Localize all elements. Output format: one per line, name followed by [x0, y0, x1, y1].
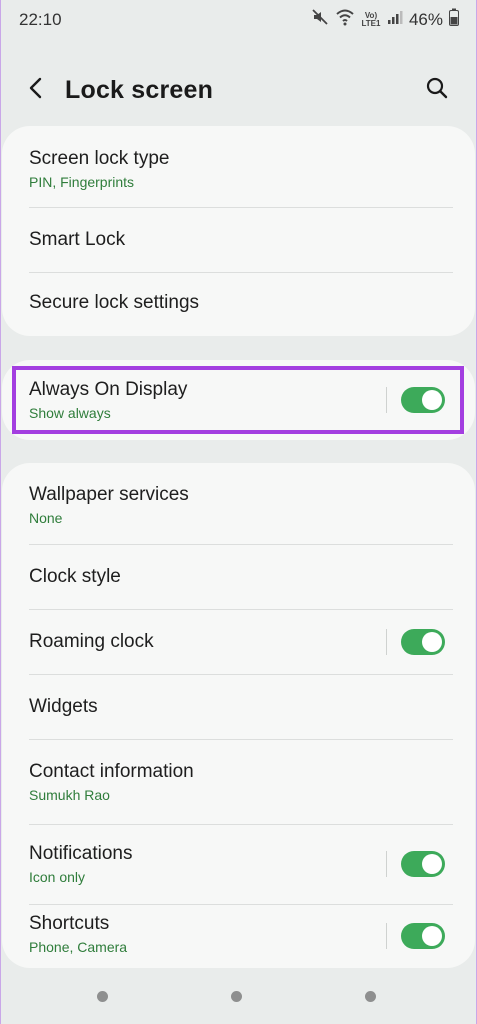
battery-percent: 46% [408, 9, 443, 29]
toggle-knob [422, 926, 442, 946]
status-icons: Vo) LTE1 46% [311, 8, 459, 31]
setting-secure-lock-settings[interactable]: Secure lock settings [2, 272, 475, 336]
nav-home-button[interactable] [231, 991, 242, 1002]
wifi-icon [335, 8, 355, 31]
setting-shortcuts[interactable]: Shortcuts Phone, Camera [2, 904, 475, 968]
aod-card: Always On Display Show always [2, 360, 475, 440]
battery-icon [449, 8, 459, 31]
toggle-knob [422, 631, 442, 652]
setting-title: Screen lock type [29, 147, 170, 169]
setting-screen-lock-type[interactable]: Screen lock type PIN, Fingerprints [2, 126, 475, 207]
setting-title: Clock style [29, 565, 121, 587]
vertical-divider [386, 851, 387, 877]
vertical-divider [386, 387, 387, 413]
app-header: Lock screen [0, 62, 477, 118]
shortcuts-toggle[interactable] [401, 923, 445, 949]
aod-toggle[interactable] [401, 387, 445, 413]
toggle-knob [422, 390, 442, 410]
setting-smart-lock[interactable]: Smart Lock [2, 207, 475, 272]
setting-roaming-clock[interactable]: Roaming clock [2, 609, 475, 674]
setting-contact-information[interactable]: Contact information Sumukh Rao [2, 739, 475, 824]
setting-wallpaper-services[interactable]: Wallpaper services None [2, 463, 475, 544]
setting-title: Widgets [29, 695, 98, 717]
notifications-toggle[interactable] [401, 851, 445, 877]
back-arrow-icon [27, 76, 45, 105]
search-icon [425, 76, 449, 105]
security-card: Screen lock type PIN, Fingerprints Smart… [2, 126, 475, 336]
back-button[interactable] [20, 74, 52, 106]
setting-title: Smart Lock [29, 228, 126, 250]
setting-title: Wallpaper services [29, 483, 189, 505]
toggle-knob [422, 854, 442, 874]
setting-subtitle: None [29, 509, 63, 526]
search-button[interactable] [421, 74, 453, 106]
setting-title: Secure lock settings [29, 292, 200, 313]
navigation-bar [0, 970, 477, 1024]
status-bar: 22:10 Vo) LTE1 46% [0, 0, 477, 40]
signal-icon [387, 9, 403, 30]
page-title: Lock screen [65, 76, 214, 104]
setting-widgets[interactable]: Widgets [2, 674, 475, 739]
status-time: 22:10 [19, 10, 62, 29]
vertical-divider [386, 923, 387, 949]
mute-icon [311, 8, 329, 31]
nav-recents-button[interactable] [97, 991, 108, 1002]
setting-subtitle: Sumukh Rao [29, 786, 110, 803]
setting-clock-style[interactable]: Clock style [2, 544, 475, 609]
vertical-divider [386, 628, 387, 655]
setting-subtitle: PIN, Fingerprints [29, 173, 135, 190]
setting-notifications[interactable]: Notifications Icon only [2, 824, 475, 904]
nav-back-button[interactable] [365, 991, 376, 1002]
volte-icon: Vo) LTE1 [361, 10, 381, 28]
roaming-clock-toggle[interactable] [401, 628, 445, 655]
setting-always-on-display[interactable]: Always On Display Show always [2, 360, 475, 440]
setting-title: Contact information [29, 760, 194, 782]
customize-card: Wallpaper services None Clock style Roam… [2, 463, 475, 968]
